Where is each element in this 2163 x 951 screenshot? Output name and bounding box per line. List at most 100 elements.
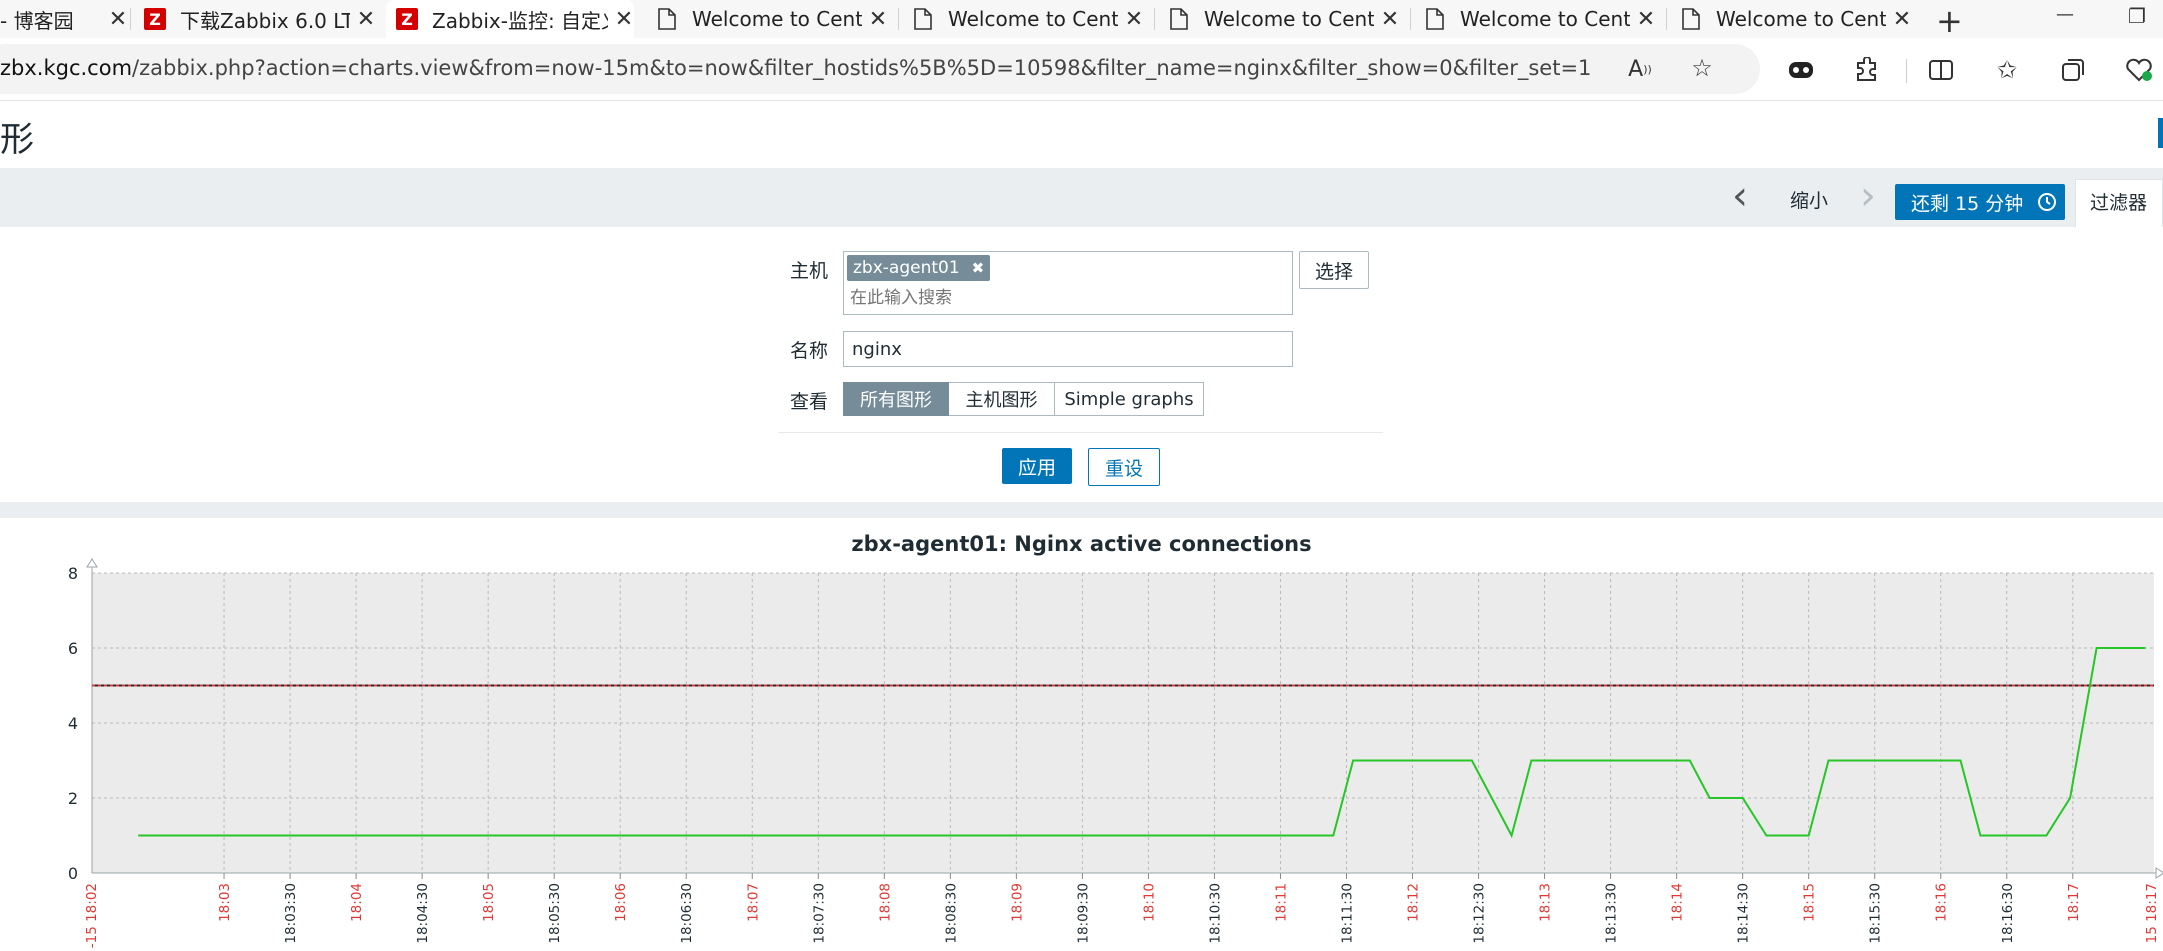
apply-button[interactable]: 应用	[1002, 448, 1072, 484]
url-host: zbx.kgc.com	[0, 56, 133, 80]
minimize-button[interactable]: —	[2056, 4, 2074, 25]
graph-container: zbx-agent01: Nginx active connections 02…	[0, 518, 2163, 951]
page-icon	[656, 8, 678, 30]
close-icon[interactable]: ✕	[108, 7, 128, 32]
name-input[interactable]	[843, 331, 1293, 367]
tab-zabbix-download[interactable]: Z 下载Zabbix 6.0 LTS f ✕	[144, 0, 376, 38]
tab-title: Welcome to CentOS	[1460, 7, 1630, 31]
tab-title: Zabbix-监控: 自定义	[432, 8, 608, 33]
filter-divider	[778, 432, 1383, 433]
url-text: zbx.kgc.com/zabbix.php?action=charts.vie…	[0, 56, 1591, 80]
x-axis-arrow	[2155, 867, 2163, 879]
close-icon[interactable]: ✕	[1892, 7, 1912, 32]
x-tick-label: 18:07:30	[811, 883, 827, 944]
page-edge-accent	[2158, 118, 2163, 148]
tab-filter[interactable]: 过滤器	[2075, 179, 2163, 227]
page-icon	[912, 8, 934, 30]
x-tick-label: 18:13	[1538, 883, 1554, 922]
time-range-button[interactable]: 还剩 15 分钟	[1895, 184, 2065, 220]
host-chip: zbx-agent01 ✖	[847, 255, 991, 281]
zabbix-icon: Z	[144, 8, 166, 30]
select-host-button[interactable]: 选择	[1299, 251, 1369, 289]
y-tick-label: 0	[68, 864, 78, 883]
restore-button[interactable]: ❐	[2128, 4, 2146, 28]
close-icon[interactable]: ✕	[614, 7, 634, 32]
y-tick-label: 8	[68, 564, 78, 583]
tab-centos-4[interactable]: Welcome to CentOS ✕	[1424, 0, 1656, 38]
x-edge-label-end: 15 18:17	[2144, 883, 2160, 943]
browser-tab-strip: - 博客园 ✕ Z 下载Zabbix 6.0 LTS f ✕ Z Zabbix-…	[0, 0, 2163, 40]
line-chart[interactable]: 0 2 4 6 8 18:03 18:03:30 18:04 18:04:30 18:05 18:0…	[0, 518, 2163, 951]
x-tick-label: 18:10:30	[1207, 883, 1223, 944]
host-multiselect[interactable]: zbx-agent01 ✖	[843, 251, 1293, 315]
tab-centos-5[interactable]: Welcome to CentOS ✕	[1680, 0, 1912, 38]
x-tick-label: 18:15:30	[1868, 883, 1884, 944]
remove-chip-icon[interactable]: ✖	[972, 259, 985, 277]
x-tick-label: 18:12:30	[1472, 883, 1488, 944]
tab-title: 下载Zabbix 6.0 LTS f	[180, 8, 350, 33]
view-option-host-graphs[interactable]: 主机图形	[949, 382, 1055, 416]
section-gap	[0, 502, 2163, 518]
close-icon[interactable]: ✕	[1380, 7, 1400, 32]
extensions-icon[interactable]	[1852, 55, 1882, 85]
x-tick-label: 18:11:30	[1339, 883, 1355, 944]
filter-panel: 主机 zbx-agent01 ✖ 选择 名称 查看 所有图形 主机图形 Simp…	[0, 227, 2163, 503]
url-field[interactable]: zbx.kgc.com/zabbix.php?action=charts.vie…	[0, 44, 1760, 94]
time-filter-bar: ‹ 缩小 › 还剩 15 分钟 过滤器	[0, 168, 2163, 227]
address-bar: zbx.kgc.com/zabbix.php?action=charts.vie…	[0, 38, 2163, 101]
x-tick-label: 18:16	[1934, 883, 1950, 922]
url-path: /zabbix.php?action=charts.view&from=now-…	[132, 56, 1592, 80]
x-tick-label: 18:03:30	[283, 883, 299, 944]
collections-icon[interactable]	[2058, 55, 2088, 85]
read-aloud-icon[interactable]: A))	[1625, 54, 1655, 84]
tab-zabbix-monitor[interactable]: Z Zabbix-监控: 自定义 ✕	[386, 0, 634, 38]
view-option-simple-graphs[interactable]: Simple graphs	[1055, 382, 1204, 416]
zoom-out-button[interactable]: 缩小	[1790, 186, 1828, 213]
page-title: 形	[0, 120, 34, 160]
x-tick-label: 18:06:30	[679, 883, 695, 944]
page-icon	[1424, 8, 1446, 30]
host-search-input[interactable]	[850, 286, 1270, 310]
host-label: 主机	[790, 260, 829, 282]
x-tick-label: 18:06	[613, 883, 629, 922]
tab-title: Welcome to CentOS	[948, 7, 1118, 31]
name-label: 名称	[790, 340, 829, 362]
tab-title: Welcome to CentOS	[1716, 7, 1886, 31]
extension-game-icon[interactable]	[1786, 55, 1816, 85]
next-period-button[interactable]: ›	[1860, 176, 1876, 216]
x-tick-label: 18:08:30	[943, 883, 959, 944]
x-tick-label: 18:11	[1273, 883, 1289, 922]
tab-centos-1[interactable]: Welcome to CentOS ✕	[656, 0, 888, 38]
close-icon[interactable]: ✕	[1636, 7, 1656, 32]
reset-button[interactable]: 重设	[1088, 448, 1160, 486]
x-tick-label: 18:15	[1802, 883, 1818, 922]
browser-essentials-icon[interactable]	[2124, 55, 2154, 85]
tab-blog[interactable]: - 博客园 ✕	[0, 0, 128, 38]
x-tick-label: 18:09	[1009, 883, 1025, 922]
tab-centos-2[interactable]: Welcome to CentOS ✕	[912, 0, 1144, 38]
split-screen-icon[interactable]	[1926, 55, 1956, 85]
x-tick-label: 18:05	[481, 883, 497, 922]
close-icon[interactable]: ✕	[356, 7, 376, 32]
tab-centos-3[interactable]: Welcome to CentOS ✕	[1168, 0, 1400, 38]
new-tab-button[interactable]: +	[1936, 2, 1963, 40]
clock-icon	[2037, 192, 2057, 212]
favorites-icon[interactable]: ✩	[1992, 55, 2022, 85]
x-tick-label: 18:14:30	[1736, 883, 1752, 944]
previous-period-button[interactable]: ‹	[1732, 176, 1748, 216]
view-label: 查看	[790, 391, 829, 413]
page-icon	[1168, 8, 1190, 30]
y-tick-label: 2	[68, 789, 78, 808]
tab-title: Welcome to CentOS	[692, 7, 862, 31]
close-icon[interactable]: ✕	[1124, 7, 1144, 32]
x-tick-label: 18:12	[1406, 883, 1422, 922]
x-tick-label: 18:17	[2066, 883, 2082, 922]
x-edge-label-start: -15 18:02	[84, 883, 100, 948]
time-range-label: 还剩 15 分钟	[1911, 192, 2024, 215]
x-tick-label: 18:05:30	[547, 883, 563, 944]
close-icon[interactable]: ✕	[868, 7, 888, 32]
x-tick-label: 18:04:30	[415, 883, 431, 944]
favorite-star-icon[interactable]: ☆	[1687, 53, 1717, 83]
y-tick-label: 4	[68, 714, 78, 733]
view-option-all-graphs[interactable]: 所有图形	[843, 382, 949, 416]
